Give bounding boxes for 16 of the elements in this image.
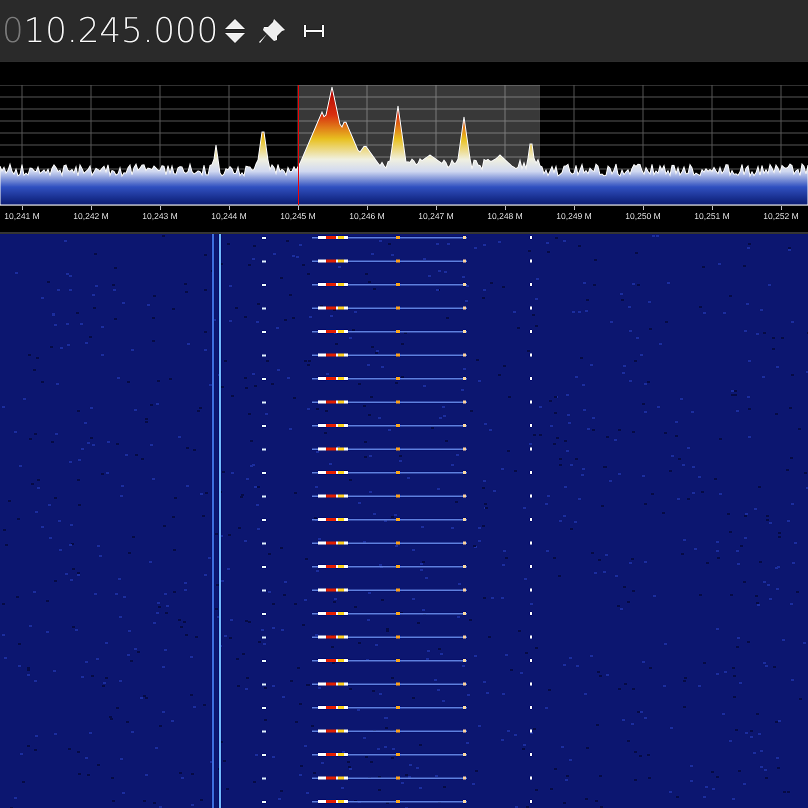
frequency-label: 10,245 M — [280, 211, 316, 221]
frequency-label: 10,242 M — [73, 211, 109, 221]
frequency-label: 10,243 M — [142, 211, 178, 221]
frequency-label: 10,250 M — [625, 211, 661, 221]
frequency-label: 10,244 M — [211, 211, 247, 221]
frequency-label: 10,252 M — [763, 211, 799, 221]
frequency-label: 10,246 M — [349, 211, 385, 221]
pin-icon[interactable] — [258, 18, 286, 44]
frequency-label: 10,241 M — [4, 211, 40, 221]
bandwidth-icon[interactable] — [304, 25, 324, 37]
frequency-label: 10,248 M — [487, 211, 523, 221]
frequency-display[interactable]: 10.245.000 — [24, 11, 218, 51]
frequency-label: 10,251 M — [694, 211, 730, 221]
up-down-arrows-icon[interactable] — [224, 18, 246, 44]
frequency-label: 10,249 M — [556, 211, 592, 221]
frequency-label: 10,247 M — [418, 211, 454, 221]
